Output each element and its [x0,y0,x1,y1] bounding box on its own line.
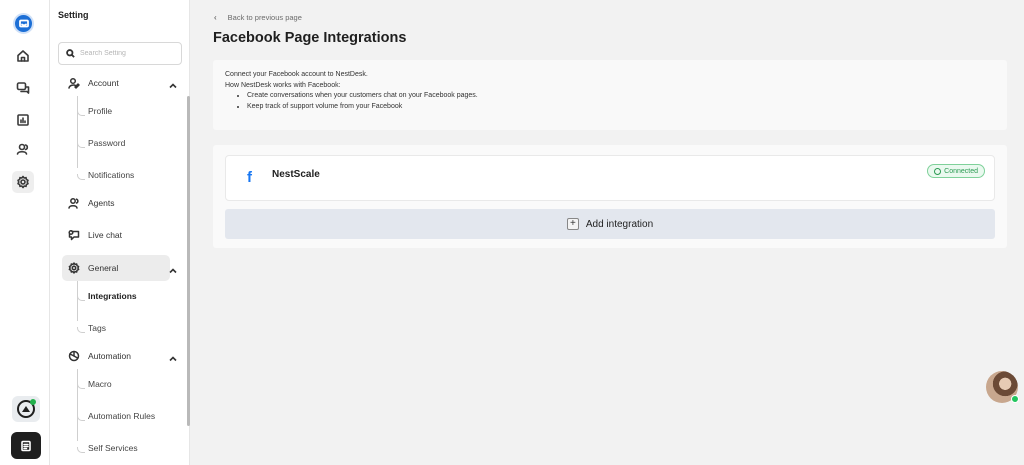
user-avatar[interactable] [986,371,1019,403]
sidebar-item-integrations[interactable]: Integrations [88,291,137,301]
chevron-left-icon: ‹ [214,13,217,22]
icon-rail [0,0,50,465]
tree-connector [77,110,85,116]
status-toggle-button[interactable] [12,396,40,422]
list-item: Keep track of support volume from your F… [247,102,995,113]
sidebar-group-label: General [88,263,119,273]
tree-connector [77,383,85,389]
sidebar-group-label: Live chat [88,230,123,240]
sidebar-group-label: Account [88,78,119,88]
info-how: How NestDesk works with Facebook: [225,81,341,89]
integration-item[interactable]: f NestScale Connected [225,155,995,201]
status-badge: Connected [927,164,985,178]
chat-icon[interactable] [12,77,34,99]
chevron-up-icon[interactable] [168,263,178,274]
page-title: Facebook Page Integrations [213,30,407,46]
sidebar-item-automation-rules[interactable]: Automation Rules [88,411,155,421]
list-item: Create conversations when your customers… [247,91,995,102]
settings-sidebar: Setting Account Profile Password Notific… [50,0,190,465]
check-circle-icon [934,167,942,175]
sidebar-item-notifications[interactable]: Notifications [88,170,134,180]
sidebar-group-general[interactable]: General [62,255,177,281]
tree-connector [77,447,85,453]
info-bullets: Create conversations when your customers… [247,91,995,112]
integrations-card: f NestScale Connected + Add integration [213,145,1007,248]
search-box[interactable] [58,42,182,65]
sidebar-item-self-services[interactable]: Self Services [88,443,138,453]
info-intro: Connect your Facebook account to NestDes… [225,71,368,78]
plus-icon: + [566,218,579,230]
nest-logo-icon [17,399,36,418]
sidebar-group-agents[interactable]: Agents [62,190,170,216]
back-link[interactable]: ‹ Back to previous page [214,13,302,22]
tree-connector [77,142,85,148]
sidebar-item-tags[interactable]: Tags [88,323,106,333]
chevron-up-icon[interactable] [168,351,178,362]
online-status-dot [1011,395,1019,403]
search-input[interactable] [80,50,180,57]
automation-icon [68,350,80,362]
info-panel: Connect your Facebook account to NestDes… [213,60,1007,130]
sidebar-group-label: Agents [88,198,115,208]
account-icon [68,77,80,89]
facebook-icon: f [247,169,252,186]
sidebar-group-account[interactable]: Account [62,70,177,96]
sidebar-group-label: Automation [88,351,131,361]
sidebar-title: Setting [58,10,89,20]
notes-icon [21,440,31,451]
sidebar-group-live-chat[interactable]: Live chat [62,222,170,248]
tree-line [77,281,78,321]
add-integration-label: Add integration [585,218,654,230]
back-link-label: Back to previous page [227,13,302,22]
sidebar-item-macro[interactable]: Macro [88,379,112,389]
status-label: Connected [944,167,978,175]
gear-icon [68,262,80,274]
tree-connector [77,327,85,333]
users-icon[interactable] [12,138,34,160]
tree-line [77,96,78,168]
sidebar-scrollbar[interactable] [187,96,190,426]
tree-connector [77,295,85,301]
settings-icon[interactable] [12,171,34,193]
reports-icon[interactable] [12,109,34,131]
tree-connector [77,174,85,180]
live-chat-icon [68,229,80,241]
app-logo-icon[interactable] [13,13,34,34]
home-icon[interactable] [12,45,34,67]
sidebar-item-password[interactable]: Password [88,138,125,148]
search-icon [66,49,75,58]
integration-name: NestScale [272,169,320,180]
chevron-up-icon[interactable] [168,78,178,89]
tree-line [77,369,78,441]
tree-connector [77,415,85,421]
add-integration-button[interactable]: + Add integration [225,209,995,239]
online-dot [30,399,36,405]
agents-icon [68,198,79,209]
notes-button[interactable] [11,432,41,459]
sidebar-group-automation[interactable]: Automation [62,343,177,369]
sidebar-item-profile[interactable]: Profile [88,106,112,116]
